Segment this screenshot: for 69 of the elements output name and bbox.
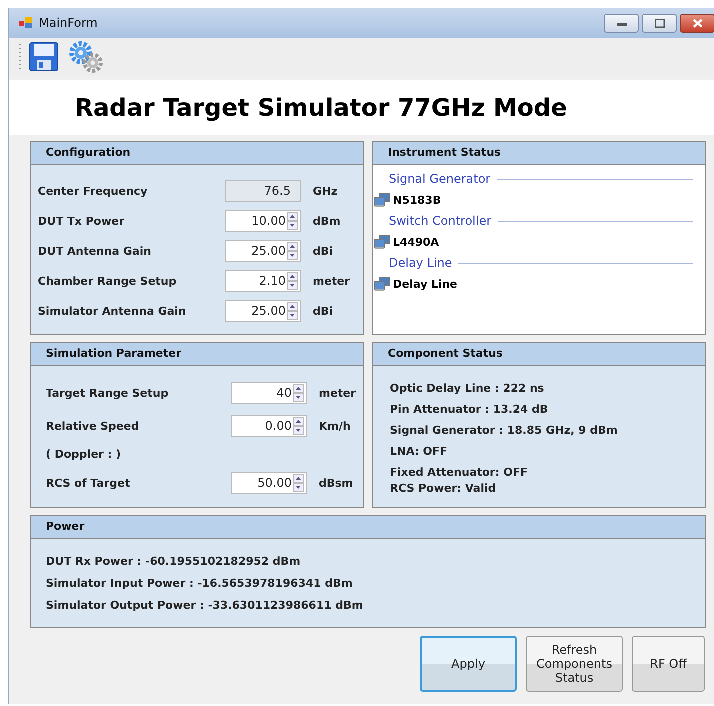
- power-reading: Simulator Input Power : -16.5653978196341 dBm: [46, 577, 354, 592]
- field-label: Simulator Antenna Gain: [38, 304, 188, 318]
- computers-icon: [374, 276, 391, 292]
- panel-header: Configuration: [31, 142, 363, 165]
- minimize-icon: [616, 22, 626, 26]
- unit-label: meter: [313, 274, 352, 288]
- unit-label: dBm: [313, 214, 342, 228]
- field-label: RCS of Target: [46, 476, 132, 490]
- unit-label: dBsm: [319, 476, 354, 490]
- computers-icon: [374, 234, 391, 250]
- panel-header: Instrument Status: [373, 142, 705, 165]
- unit-label: meter: [319, 386, 358, 400]
- action-button[interactable]: Refresh Components Status: [526, 636, 623, 692]
- panel-header: Simulation Parameter: [31, 343, 363, 366]
- status-text: RCS Power: Valid: [390, 482, 498, 497]
- status-text: Pin Attenuator : 13.24 dB: [390, 403, 550, 418]
- status-text: Fixed Attenuator: OFF: [390, 466, 529, 481]
- spinner-icon[interactable]: [287, 242, 298, 260]
- field-label: DUT Antenna Gain: [38, 244, 152, 258]
- unit-label: GHz: [313, 184, 339, 198]
- status-text: Signal Generator : 18.85 GHz, 9 dBm: [390, 424, 619, 439]
- number-field[interactable]: 0.00: [231, 415, 307, 437]
- number-field[interactable]: 50.00: [231, 472, 307, 494]
- field-label: DUT Tx Power: [38, 214, 126, 228]
- panel-header: Component Status: [373, 343, 705, 366]
- page-heading: Radar Target Simulator 77GHz Mode: [75, 94, 568, 122]
- power-reading: DUT Rx Power : -60.1955102182952 dBm: [46, 555, 302, 570]
- field-label: Target Range Setup: [46, 386, 170, 400]
- action-button[interactable]: Apply: [420, 636, 517, 692]
- status-text: Optic Delay Line : 222 ns: [390, 382, 546, 397]
- number-field[interactable]: 25.00: [225, 300, 301, 322]
- computers-icon: [374, 192, 391, 208]
- group-label: Signal Generator: [389, 172, 491, 186]
- unit-label: dBi: [313, 304, 334, 318]
- spinner-icon[interactable]: [287, 272, 298, 290]
- power-reading: Simulator Output Power : -33.6301123986611 dBm: [46, 599, 364, 614]
- device-name: Delay Line: [393, 278, 458, 290]
- device-name: L4490A: [393, 236, 440, 248]
- status-text: LNA: OFF: [390, 445, 449, 460]
- gears-icon[interactable]: [67, 40, 105, 74]
- spinner-icon[interactable]: [293, 384, 304, 402]
- device-name: N5183B: [393, 194, 442, 206]
- group-label: Switch Controller: [389, 214, 492, 228]
- minimize-button[interactable]: [604, 14, 639, 33]
- spinner-icon[interactable]: [287, 212, 298, 230]
- spinner-icon[interactable]: [287, 302, 298, 320]
- field-label: Chamber Range Setup: [38, 274, 178, 288]
- number-field[interactable]: 25.00: [225, 240, 301, 262]
- field-label: Center Frequency: [38, 184, 149, 198]
- group-label: Delay Line: [389, 256, 452, 270]
- close-button[interactable]: [680, 14, 714, 33]
- maximize-icon: [654, 19, 664, 28]
- maximize-button[interactable]: [642, 14, 677, 33]
- spinner-icon[interactable]: [293, 474, 304, 492]
- spinner-icon[interactable]: [293, 417, 304, 435]
- doppler-label: ( Doppler : ): [46, 448, 122, 461]
- unit-label: dBi: [313, 244, 334, 258]
- save-icon[interactable]: [29, 42, 59, 72]
- close-icon: [692, 19, 702, 28]
- number-field[interactable]: 2.10: [225, 270, 301, 292]
- field-label: Relative Speed: [46, 420, 140, 432]
- app-icon: [19, 17, 33, 29]
- number-field[interactable]: 10.00: [225, 210, 301, 232]
- number-field[interactable]: 76.5: [225, 180, 301, 202]
- number-field[interactable]: 40: [231, 382, 307, 404]
- unit-label: Km/h: [319, 420, 352, 432]
- window-title: MainForm: [39, 16, 98, 30]
- action-button[interactable]: RF Off: [632, 636, 705, 692]
- panel-header: Power: [31, 516, 705, 539]
